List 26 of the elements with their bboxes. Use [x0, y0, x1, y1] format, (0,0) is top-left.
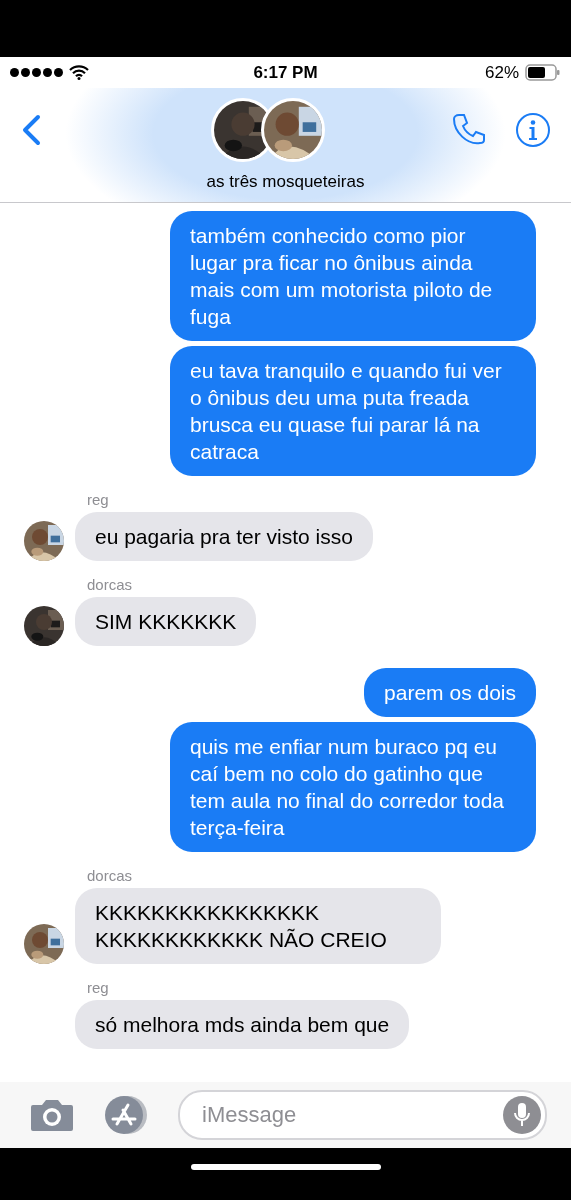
clock-time: 6:17 PM: [252, 62, 319, 83]
camera-button[interactable]: [30, 1097, 74, 1133]
received-message: eu pagaria pra ter visto isso: [75, 512, 373, 561]
message-field[interactable]: iMessage: [178, 1090, 547, 1140]
back-icon: [20, 114, 42, 146]
received-message: só melhora mds ainda bem que: [75, 1000, 410, 1049]
sender-name: dorcas: [87, 576, 134, 594]
camera-icon: [30, 1097, 74, 1133]
battery-icon: [525, 64, 561, 81]
sent-message: também conhecido como pior lugar pra ficar no ônibus ainda mais com um motorista piloto de fuga: [170, 211, 536, 341]
sent-message: eu tava tranquilo e quando fui ver o ônibus deu uma puta freada brusca eu quase fui parar lá na catraca: [170, 346, 536, 476]
sender-name: dorcas: [87, 867, 134, 885]
battery-percentage: 62%: [484, 62, 519, 83]
sender-name: reg: [87, 979, 110, 997]
microphone-button[interactable]: [503, 1096, 541, 1134]
sent-message: parem os dois: [364, 668, 536, 717]
sent-message: quis me enfiar num buraco pq eu caí bem no colo do gatinho que tem aula no final do corredor toda terça-feira: [170, 722, 536, 852]
group-name: as três mosqueteiras: [205, 172, 366, 192]
sender-name: reg: [87, 491, 110, 509]
info-icon: [515, 112, 551, 148]
microphone-icon: [513, 1102, 531, 1128]
wifi-icon: [69, 65, 89, 80]
info-button[interactable]: [515, 112, 551, 148]
received-message: KKKKKKKKKKKKKKKK KKKKKKKKKKKK NÃO CREIO: [75, 888, 441, 964]
signal-icon: [10, 68, 63, 77]
received-message: SIM KKKKKKK: [75, 597, 257, 646]
